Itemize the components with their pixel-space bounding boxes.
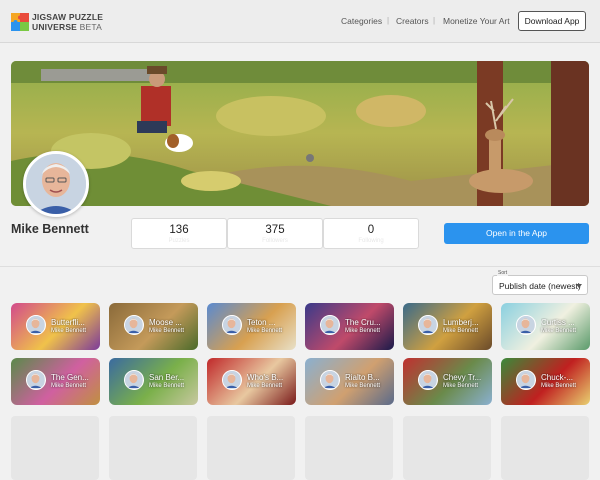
stat-value: 136 — [169, 224, 189, 236]
puzzle-card[interactable]: Lumberj... Mike Bennett — [403, 303, 492, 350]
loading-card-placeholder — [109, 416, 197, 480]
nav-creators[interactable]: Creators — [396, 16, 429, 26]
puzzle-author: Mike Bennett — [149, 328, 185, 334]
nav-separator: | — [387, 16, 390, 25]
puzzle-author: Mike Bennett — [345, 328, 381, 334]
creator-avatar — [26, 370, 46, 390]
chevron-down-icon — [576, 284, 582, 288]
loading-card-placeholder — [207, 416, 295, 480]
stat-value: 375 — [265, 224, 285, 236]
creator-avatar — [418, 315, 438, 335]
creator-avatar — [418, 370, 438, 390]
creator-avatar — [320, 315, 340, 335]
profile-name: Mike Bennett — [11, 222, 89, 236]
stat-label: Following — [358, 238, 384, 244]
puzzle-card[interactable]: Rialto B... Mike Bennett — [305, 358, 394, 405]
puzzle-title: Butterfli... — [51, 318, 85, 327]
puzzle-title: Chuck-... — [541, 373, 574, 382]
puzzle-title: The Cru... — [345, 318, 381, 327]
sort-select[interactable]: Publish date (newest) — [492, 275, 588, 295]
loading-card-placeholder — [305, 416, 393, 480]
puzzle-logo-icon[interactable] — [11, 13, 29, 31]
puzzle-title: Moose ... — [149, 318, 182, 327]
sort-label: Sort — [497, 270, 509, 276]
puzzle-title: Who's B... — [247, 373, 284, 382]
beta-badge: BETA — [79, 22, 102, 32]
open-in-app-button[interactable]: Open in the App — [444, 223, 589, 244]
creator-avatar — [222, 315, 242, 335]
puzzle-card[interactable]: Who's B... Mike Bennett — [207, 358, 296, 405]
puzzle-title: Chevy Tr... — [443, 373, 482, 382]
puzzle-title: Curtiss ... — [541, 318, 575, 327]
puzzle-author: Mike Bennett — [51, 328, 87, 334]
creator-avatar — [320, 370, 340, 390]
stat-label: Puzzles — [168, 238, 190, 244]
brand-line-2: UNIVERSE — [32, 22, 78, 32]
puzzle-card[interactable]: Moose ... Mike Bennett — [109, 303, 198, 350]
puzzle-title: Teton ... — [247, 318, 276, 327]
puzzle-card[interactable]: The Cru... Mike Bennett — [305, 303, 394, 350]
loading-card-placeholder — [403, 416, 491, 480]
profile-avatar — [23, 151, 89, 217]
nav-monetize[interactable]: Monetize Your Art — [443, 16, 510, 26]
puzzle-author: Mike Bennett — [345, 383, 381, 389]
creator-avatar — [124, 370, 144, 390]
puzzle-author: Mike Bennett — [247, 383, 283, 389]
puzzle-card[interactable]: Chuck-... Mike Bennett — [501, 358, 590, 405]
puzzle-card[interactable]: The Gen... Mike Bennett — [11, 358, 100, 405]
puzzle-title: The Gen... — [51, 373, 89, 382]
brand-line-1: JIGSAW PUZZLE — [32, 12, 104, 22]
brand-wordmark[interactable]: JIGSAW PUZZLE UNIVERSE BETA — [32, 12, 103, 32]
loading-card-placeholder — [11, 416, 99, 480]
loading-card-placeholder — [501, 416, 589, 480]
top-header: JIGSAW PUZZLE UNIVERSE BETA Categories |… — [0, 0, 600, 43]
puzzle-author: Mike Bennett — [443, 328, 479, 334]
creator-avatar — [222, 370, 242, 390]
sort-value: Publish date (newest) — [499, 281, 581, 291]
creator-avatar — [124, 315, 144, 335]
creator-avatar — [516, 370, 536, 390]
profile-banner-image — [11, 61, 589, 206]
puzzle-title: San Ber... — [149, 373, 185, 382]
stat-label: Followers — [262, 238, 288, 244]
puzzle-author: Mike Bennett — [443, 383, 479, 389]
puzzle-card[interactable]: Curtiss ... Mike Bennett — [501, 303, 590, 350]
stat-following: 0 Following — [323, 218, 419, 249]
puzzle-author: Mike Bennett — [247, 328, 283, 334]
puzzle-card[interactable]: Chevy Tr... Mike Bennett — [403, 358, 492, 405]
puzzle-author: Mike Bennett — [541, 383, 577, 389]
puzzle-author: Mike Bennett — [149, 383, 185, 389]
puzzle-author: Mike Bennett — [541, 328, 577, 334]
stat-value: 0 — [367, 224, 375, 236]
puzzle-card[interactable]: Butterfli... Mike Bennett — [11, 303, 100, 350]
puzzle-title: Lumberj... — [443, 318, 479, 327]
nav-separator: | — [433, 16, 436, 25]
puzzle-card[interactable]: San Ber... Mike Bennett — [109, 358, 198, 405]
stat-puzzles: 136 Puzzles — [131, 218, 227, 249]
puzzle-title: Rialto B... — [345, 373, 380, 382]
puzzle-author: Mike Bennett — [51, 383, 87, 389]
creator-avatar — [516, 315, 536, 335]
download-app-button[interactable]: Download App — [518, 11, 586, 31]
puzzle-card[interactable]: Teton ... Mike Bennett — [207, 303, 296, 350]
section-divider — [0, 266, 600, 267]
creator-avatar — [26, 315, 46, 335]
stat-followers: 375 Followers — [227, 218, 323, 249]
nav-categories[interactable]: Categories — [341, 16, 382, 26]
